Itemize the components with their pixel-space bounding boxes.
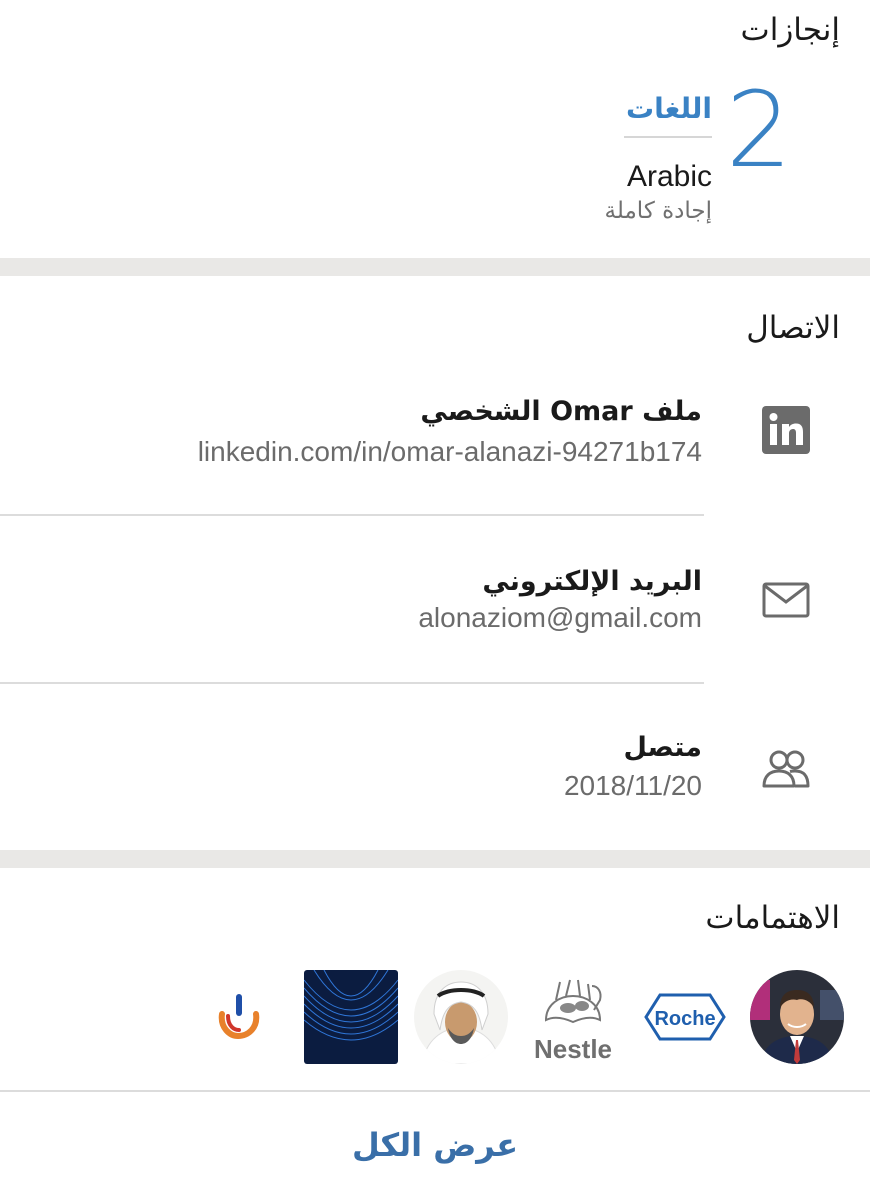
- linkedin-profile-title: ملف Omar الشخصي: [420, 396, 702, 427]
- language-name: Arabic: [626, 160, 712, 193]
- email-address[interactable]: alonaziom@gmail.com: [418, 602, 702, 634]
- achievements-card: إنجازات 2 اللغات Arabic إجادة كاملة: [0, 0, 870, 258]
- row-divider: [0, 682, 704, 684]
- people-icon: [760, 742, 812, 794]
- achievements-title: إنجازات: [740, 12, 840, 48]
- contact-title: الاتصال: [746, 310, 840, 346]
- linkedin-url[interactable]: linkedin.com/in/omar-alanazi-94271b174: [198, 436, 702, 468]
- interests-card: الاهتمامات Roche Nestle عرض الكل: [0, 868, 870, 1200]
- profile-page: إنجازات 2 اللغات Arabic إجادة كاملة الات…: [0, 0, 870, 1200]
- email-title: البريد الإلكتروني: [482, 566, 702, 597]
- connected-title: متصل: [623, 732, 702, 763]
- language-proficiency: إجادة كاملة: [604, 198, 712, 224]
- roche-logo[interactable]: Roche: [638, 970, 732, 1064]
- mail-icon: [760, 574, 812, 626]
- svg-text:Nestle: Nestle: [534, 1034, 612, 1064]
- person-avatar[interactable]: [750, 970, 844, 1064]
- connected-date: 2018/11/20: [563, 770, 702, 801]
- interests-divider: [0, 1090, 870, 1092]
- sheikh-avatar[interactable]: [414, 970, 508, 1064]
- abstract-lines-logo[interactable]: [303, 969, 399, 1064]
- linkedin-icon: [760, 404, 812, 456]
- row-divider: [0, 514, 704, 516]
- nestle-logo[interactable]: Nestle: [526, 970, 620, 1064]
- languages-label[interactable]: اللغات: [626, 92, 712, 125]
- see-all-button[interactable]: عرض الكل: [0, 1126, 870, 1164]
- orange-blue-logo[interactable]: [192, 970, 286, 1064]
- languages-count: 2: [725, 69, 792, 191]
- svg-text:Roche: Roche: [654, 1008, 715, 1030]
- achievements-divider: [624, 136, 712, 138]
- contact-card: الاتصال ملف Omar الشخصي linkedin.com/in/…: [0, 276, 870, 850]
- interests-title: الاهتمامات: [705, 900, 840, 936]
